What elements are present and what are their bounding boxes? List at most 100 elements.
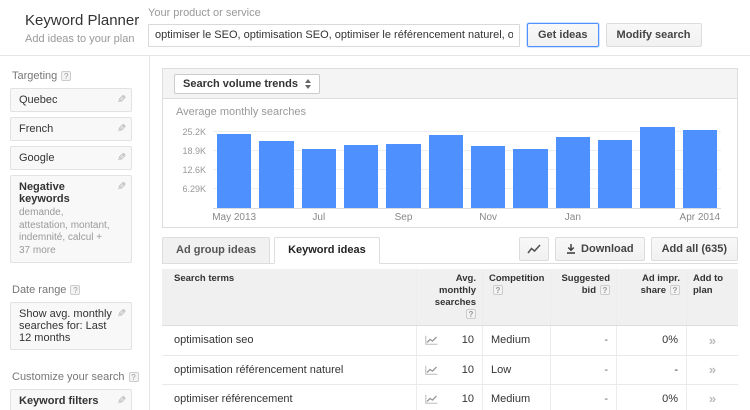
line-chart-icon [527,243,541,253]
add-to-plan-button[interactable]: » [686,355,738,384]
customize-search-heading: Customize your search ? [12,371,149,383]
edit-pencil-icon[interactable]: ✎ [117,307,126,320]
x-axis-tick-label: Sep [394,212,413,223]
avg-searches-value: 10 [461,363,474,376]
help-icon[interactable]: ? [128,372,139,382]
add-to-plan-button[interactable]: » [686,325,738,355]
sort-arrows-icon [304,78,311,89]
avg-searches-cell: 10 [416,384,482,410]
suggested-bid-cell: - [550,355,616,384]
competition-cell: Low [482,355,550,384]
col-header-suggested-bid[interactable]: Suggested bid? [550,269,616,325]
bar-aug[interactable] [343,144,379,208]
x-axis-tick-label: Nov [479,212,498,223]
bar-jul[interactable] [301,148,336,208]
x-axis-tick-label: Jan [564,212,581,223]
download-label: Download [581,243,634,255]
download-icon [567,244,576,254]
col-header-competition[interactable]: Competition? [482,269,550,325]
negative-keywords-detail: demande, attestation, montant, indemnité… [19,207,110,256]
product-service-input[interactable] [148,23,520,47]
x-axis-tick-label: May 2013 [212,212,257,223]
tab-ad-group-ideas[interactable]: Ad group ideas [162,237,271,264]
targeting-card-network[interactable]: Google ✎ [10,146,132,170]
tab-keyword-ideas[interactable]: Keyword ideas [274,237,380,264]
targeting-card-language[interactable]: French ✎ [10,117,132,141]
keyword-cell: optimiser référencement [174,392,293,405]
x-axis-labels: May 2013 Jul Sep Nov Jan Apr 2014 [212,212,721,225]
bar-nov[interactable] [470,145,506,208]
date-range-card[interactable]: Show avg. monthly searches for: Last 12 … [10,302,132,350]
suggested-bid-cell: - [550,325,616,355]
avg-searches-value: 10 [461,334,474,346]
bar-apr-2014[interactable] [682,130,717,208]
top-header: Keyword Planner Add ideas to your plan Y… [0,0,750,56]
tab-bar: Ad group ideas Keyword ideas Download Ad… [162,236,738,264]
edit-pencil-icon[interactable]: ✎ [117,122,126,135]
keyword-cell: optimisation référencement naturel [174,363,344,376]
y-axis-tick-label: 25.2K [182,126,206,137]
col-header-label: Competition [489,273,545,284]
date-range-heading: Date range ? [12,284,149,296]
competition-cell: Medium [482,384,550,410]
bar-dec[interactable] [513,149,548,208]
avg-searches-cell: 10 [416,325,482,355]
help-icon[interactable]: ? [493,284,503,295]
chart-title: Average monthly searches [176,106,307,118]
targeting-heading-label: Targeting [12,70,58,82]
suggested-bid-cell: - [550,384,616,410]
sidebar: Targeting ? Quebec ✎ French ✎ Google ✎ N… [0,56,150,410]
date-range-heading-label: Date range [12,284,67,296]
edit-pencil-icon[interactable]: ✎ [117,151,126,164]
bar-may-2013[interactable] [217,133,252,208]
targeting-card-location[interactable]: Quebec ✎ [10,88,132,112]
bars [217,125,717,208]
product-search-zone: Your product or service Get ideas Modify… [148,7,702,47]
chart-area: 25.2K 18.9K 12.6K 6.29K [177,125,721,209]
x-axis-tick-label: Jul [312,212,326,223]
keyword-filters-card[interactable]: Keyword filters ✎ [10,389,132,410]
bar-sep[interactable] [386,144,421,208]
edit-pencil-icon[interactable]: ✎ [117,180,126,193]
avg-searches-cell: 10 [416,355,482,384]
help-icon[interactable]: ? [466,308,476,319]
col-header-ad-impr-share[interactable]: Ad impr. share? [616,269,686,325]
page-subtitle: Add ideas to your plan [25,33,135,45]
panel-header: Search volume trends [163,69,737,99]
chart-view-button[interactable] [519,237,550,261]
targeting-heading: Targeting ? [12,70,149,82]
negative-keywords-card[interactable]: Negative keywords demande, attestation, … [10,175,132,263]
search-volume-trends-dropdown[interactable]: Search volume trends [174,73,320,94]
ad-impr-share-cell: - [616,355,686,384]
table-row: optimisation seo 10 Medium - 0% » [162,325,738,355]
add-to-plan-button[interactable]: » [686,384,738,410]
edit-pencil-icon[interactable]: ✎ [117,93,126,106]
ad-impr-share-cell: 0% [616,384,686,410]
help-icon[interactable]: ? [600,284,610,295]
trend-chart-icon[interactable] [425,335,438,345]
keyword-filters-label: Keyword filters [19,395,99,407]
table-row: optimisation référencement naturel 10 Lo… [162,354,738,384]
bar-jun[interactable] [259,141,294,208]
bar-mar[interactable] [640,127,675,208]
trend-chart-icon[interactable] [425,365,438,375]
targeting-location-value: Quebec [19,94,58,106]
download-button[interactable]: Download [555,237,645,261]
col-header-avg-monthly-searches[interactable]: Avg. monthly searches? [416,269,482,325]
table-row: optimiser référencement 10 Medium - 0% » [162,383,738,410]
trend-chart-icon[interactable] [425,394,438,404]
help-icon[interactable]: ? [61,71,72,81]
bar-jan[interactable] [555,137,590,208]
help-icon[interactable]: ? [670,284,680,295]
edit-pencil-icon[interactable]: ✎ [117,394,126,407]
get-ideas-button[interactable]: Get ideas [527,23,599,47]
keyword-cell: optimisation seo [174,334,254,346]
bar-oct[interactable] [428,134,463,208]
bar-feb[interactable] [597,139,633,208]
help-icon[interactable]: ? [70,285,81,295]
col-header-search-terms[interactable]: Search terms [162,269,416,325]
add-all-button[interactable]: Add all (635) [650,237,738,261]
targeting-network-value: Google [19,152,55,164]
modify-search-button[interactable]: Modify search [605,23,702,47]
y-axis-tick-label: 6.29K [182,184,206,195]
